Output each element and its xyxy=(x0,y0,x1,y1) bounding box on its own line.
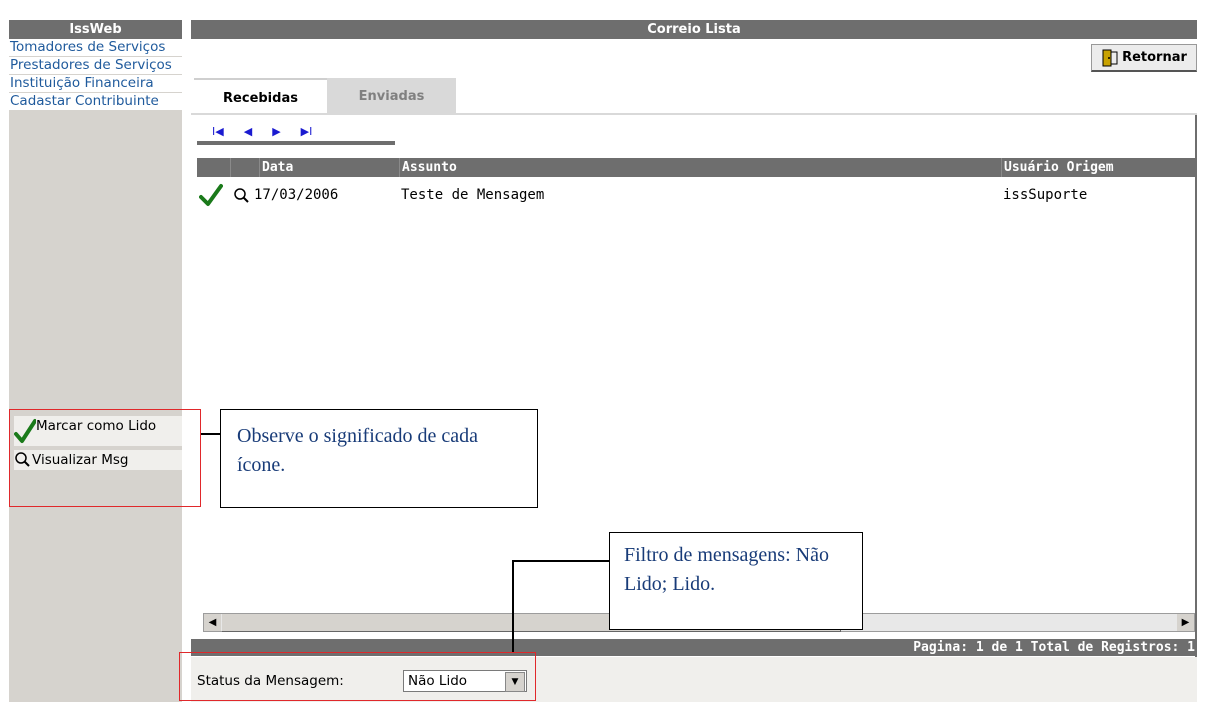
grid-right-border xyxy=(1195,115,1197,700)
tab-divider xyxy=(191,113,1197,115)
tab-recebidas[interactable]: Recebidas xyxy=(194,78,327,116)
callout-filter-note: Filtro de mensagens: Não Lido; Lido. xyxy=(609,532,863,630)
column-data[interactable]: Data xyxy=(259,158,402,177)
sidebar-menu: Tomadores de Serviços Prestadores de Ser… xyxy=(9,39,182,111)
return-button[interactable]: Retornar xyxy=(1091,44,1197,72)
grid-header: Data Assunto Usuário Origem xyxy=(197,158,1197,177)
tab-enviadas[interactable]: Enviadas xyxy=(327,78,456,114)
cell-date: 17/03/2006 xyxy=(254,187,339,203)
callout-connector xyxy=(201,433,220,435)
sidebar-item-instituicao[interactable]: Instituição Financeira xyxy=(9,75,182,93)
scroll-right-icon[interactable]: ▶ xyxy=(1177,614,1194,631)
status-highlight-box xyxy=(179,652,536,701)
magnifier-icon[interactable] xyxy=(233,186,251,216)
next-page-button[interactable]: ▶ xyxy=(272,125,280,138)
pager: I◀ ◀ ▶ ▶I xyxy=(197,122,395,145)
column-assunto[interactable]: Assunto xyxy=(399,158,1004,177)
scroll-left-icon[interactable]: ◀ xyxy=(204,614,221,631)
sidebar-item-cadastrar[interactable]: Cadastar Contribuinte xyxy=(9,93,182,111)
callout-connector xyxy=(512,560,609,562)
column-view xyxy=(230,158,262,177)
exit-door-icon xyxy=(1101,48,1119,68)
sidebar-item-prestadores[interactable]: Prestadores de Serviços xyxy=(9,57,182,75)
cell-subject: Teste de Mensagem xyxy=(401,187,545,203)
column-usuario-origem[interactable]: Usuário Origem xyxy=(1001,158,1200,177)
sidebar-title: IssWeb xyxy=(9,20,182,39)
callout-icons-note: Observe o significado de cada ícone. xyxy=(220,409,538,508)
prev-page-button[interactable]: ◀ xyxy=(244,125,252,138)
sidebar-item-tomadores[interactable]: Tomadores de Serviços xyxy=(9,39,182,57)
callout-connector xyxy=(512,560,514,652)
table-row[interactable]: 17/03/2006 Teste de Mensagem issSuporte xyxy=(197,180,1197,210)
cell-origin: issSuporte xyxy=(1003,187,1088,203)
last-page-button[interactable]: ▶I xyxy=(301,125,313,138)
column-check xyxy=(197,158,232,177)
sidebar xyxy=(9,20,182,702)
first-page-button[interactable]: I◀ xyxy=(212,125,224,138)
page-title: Correio Lista xyxy=(191,20,1197,39)
legend-highlight-box xyxy=(9,409,201,507)
return-label: Retornar xyxy=(1122,50,1187,65)
check-icon[interactable] xyxy=(199,183,223,213)
